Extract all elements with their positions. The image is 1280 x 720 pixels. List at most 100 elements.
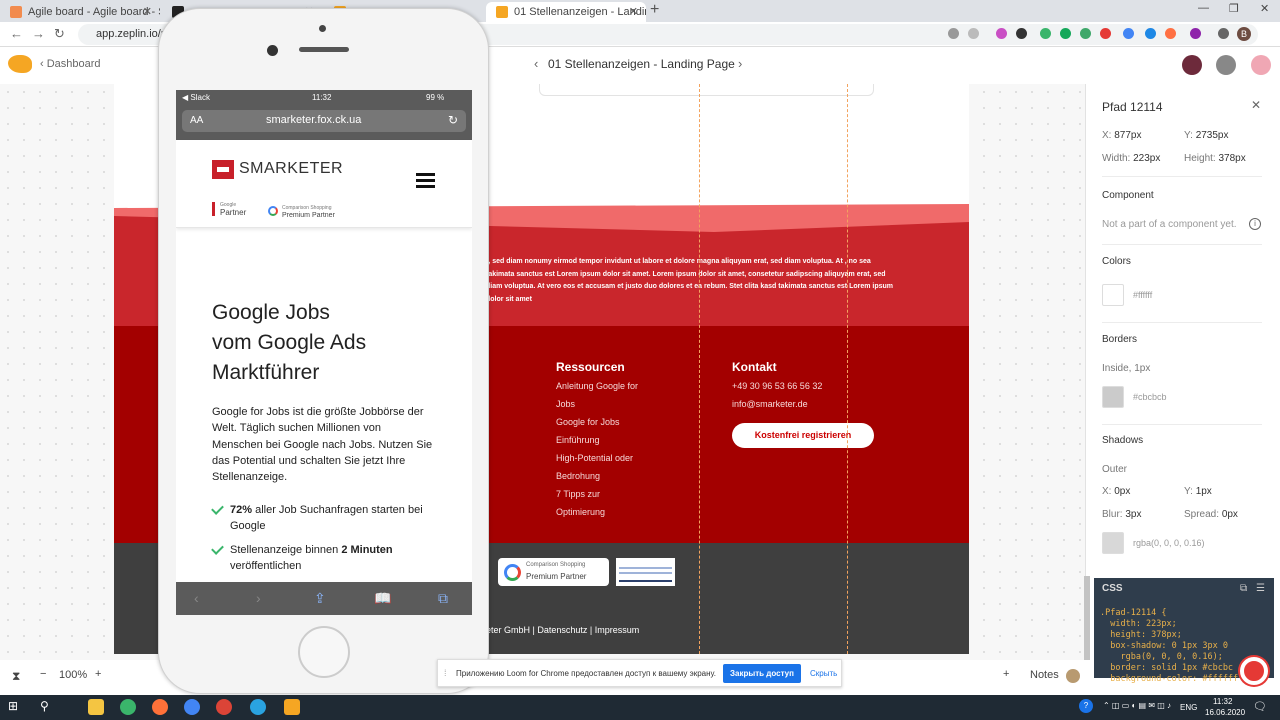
tray-icons[interactable]: ⌃ ◫ ▭ ◐ ▤ ✉ ◫ ♪ (1103, 701, 1171, 710)
stop-sharing-button[interactable]: Закрыть доступ (723, 664, 801, 683)
hamburger-menu-icon[interactable] (416, 173, 435, 188)
copy-icon[interactable]: ⧉ (1240, 583, 1247, 594)
forward-icon[interactable]: → (32, 26, 45, 41)
shadow-color-swatch[interactable] (1102, 532, 1124, 554)
windows-start-icon[interactable]: ⊞ (8, 699, 24, 715)
language-indicator[interactable]: ENG (1180, 703, 1197, 712)
bookmark-star-icon[interactable] (968, 28, 979, 39)
zoom-in-button[interactable]: + (95, 668, 101, 680)
extension-icon[interactable] (1123, 28, 1134, 39)
reader-icon[interactable]: AA (190, 115, 203, 126)
safari-url-field[interactable]: AA smarketer.fox.ck.ua ↻ (182, 110, 466, 132)
ios-status-bar: ◀ Slack 11:32 99 % (176, 90, 472, 106)
close-tab-icon[interactable]: ✕ (629, 2, 638, 22)
notes-button[interactable]: Notes (1030, 669, 1059, 681)
register-button[interactable]: Kostenfrei registrieren (732, 423, 874, 448)
hide-notification-link[interactable]: Скрыть (810, 669, 837, 678)
firefox-icon[interactable] (152, 699, 168, 715)
tab-title: Agile board - Agile board - Sma (28, 6, 160, 18)
tabs-icon[interactable]: ⧉ (438, 590, 448, 607)
zoom-out-button[interactable]: − (40, 668, 46, 680)
contact-email[interactable]: info@smarketer.de (732, 395, 842, 413)
chrome-icon[interactable] (184, 699, 200, 715)
safari-address-area: AA smarketer.fox.ck.ua ↻ (176, 106, 472, 140)
reading-list-icon[interactable] (1218, 28, 1229, 39)
bookmarks-icon[interactable]: 📖 (374, 590, 391, 607)
safari-back-icon[interactable]: ‹ (194, 590, 199, 606)
restore-icon[interactable]: ❐ (1229, 2, 1239, 15)
front-camera (267, 45, 278, 56)
resource-link[interactable]: Bedrohung (556, 467, 666, 485)
grammarly-icon[interactable] (1060, 28, 1071, 39)
help-tray-icon[interactable]: ? (1079, 699, 1093, 713)
extension-icon[interactable] (1040, 28, 1051, 39)
user-avatar[interactable] (1216, 55, 1236, 75)
extension-icon[interactable] (1165, 28, 1176, 39)
user-avatar[interactable] (1251, 55, 1271, 75)
user-avatar[interactable] (1066, 669, 1080, 683)
extension-icon[interactable] (1190, 28, 1201, 39)
extension-icon[interactable] (1080, 28, 1091, 39)
badge-line2: Premium Partner (526, 572, 587, 581)
back-icon[interactable]: ← (10, 26, 23, 41)
dashboard-label: Dashboard (46, 58, 101, 70)
scrollbar[interactable] (1084, 576, 1090, 660)
shadow-x: 0px (1114, 486, 1131, 497)
info-icon[interactable]: i (1249, 218, 1261, 230)
settings-icon[interactable]: ☰ (1256, 583, 1265, 594)
translate-icon[interactable] (948, 28, 959, 39)
smarketer-logo-icon (212, 160, 234, 179)
resource-link[interactable]: Google for Jobs (556, 413, 666, 431)
telegram-icon[interactable] (250, 699, 266, 715)
browser-tab-active[interactable]: 01 Stellenanzeigen - Landing Pa ✕ (486, 2, 646, 22)
border-color-swatch[interactable] (1102, 386, 1124, 408)
benefit-text: Stellenanzeige binnen (230, 544, 342, 556)
extension-icon[interactable] (1016, 28, 1027, 39)
zeplin-logo[interactable] (8, 55, 32, 73)
legal-links[interactable]: eter GmbH | Datenschutz | Impressum (486, 625, 639, 635)
close-inspector-icon[interactable]: ✕ (1251, 98, 1261, 112)
share-icon[interactable]: ⇪ (314, 590, 326, 607)
lorem-text: r, sed diam nonumy eirmod tempor invidun… (486, 258, 894, 303)
dashboard-link[interactable]: ‹ Dashboard (40, 58, 101, 70)
inspector-panel: Pfad 12114 ✕ X: 877px Y: 2735px Width: 2… (1085, 84, 1280, 684)
resource-link[interactable]: Einführung (556, 431, 666, 449)
search-icon[interactable]: ⚲ (40, 699, 56, 715)
safari-forward-icon[interactable]: › (256, 590, 261, 606)
adblock-icon[interactable] (1100, 28, 1111, 39)
profile-avatar[interactable]: B (1237, 27, 1251, 41)
file-explorer-icon[interactable] (88, 699, 104, 715)
reload-icon[interactable]: ↻ (54, 26, 65, 42)
app-icon[interactable] (284, 699, 300, 715)
next-screen-icon[interactable]: › (738, 56, 742, 71)
chrome-icon[interactable] (216, 699, 232, 715)
component-note: Not a part of a component yet. (1102, 219, 1237, 230)
notifications-icon[interactable]: 🗨 (1253, 700, 1267, 713)
close-window-icon[interactable]: ✕ (1260, 2, 1269, 15)
drag-handle-icon[interactable]: ⁞ (444, 668, 447, 678)
resource-link[interactable]: Jobs (556, 395, 666, 413)
close-tab-icon[interactable]: ✕ (143, 2, 152, 22)
resource-link[interactable]: High-Potential oder (556, 449, 666, 467)
extension-icon[interactable] (1145, 28, 1156, 39)
resource-link[interactable]: Anleitung Google for (556, 377, 666, 395)
help-icon[interactable] (1240, 657, 1268, 685)
previous-screen-icon[interactable]: ‹ (534, 56, 538, 71)
add-note-button[interactable]: + (1003, 668, 1009, 680)
status-time: 11:32 (312, 93, 332, 102)
resource-link[interactable]: 7 Tipps zur (556, 485, 666, 503)
color-swatch[interactable] (1102, 284, 1124, 306)
earpiece (299, 47, 349, 52)
resource-link[interactable]: Optimierung (556, 503, 666, 521)
clock-date: 16.06.2020 (1205, 708, 1246, 717)
browser-tab[interactable]: Agile board - Agile board - Sma ✕ (0, 2, 160, 22)
home-button[interactable] (298, 626, 350, 678)
reload-icon[interactable]: ↻ (448, 113, 458, 127)
extension-icon[interactable] (996, 28, 1007, 39)
layers-icon[interactable]: ⧗ (12, 669, 20, 684)
minimize-icon[interactable]: — (1198, 2, 1209, 14)
app-icon[interactable] (120, 699, 136, 715)
user-avatar[interactable] (1182, 55, 1202, 75)
new-tab-button[interactable]: + (650, 1, 659, 19)
zoom-level: 100% (59, 669, 88, 681)
